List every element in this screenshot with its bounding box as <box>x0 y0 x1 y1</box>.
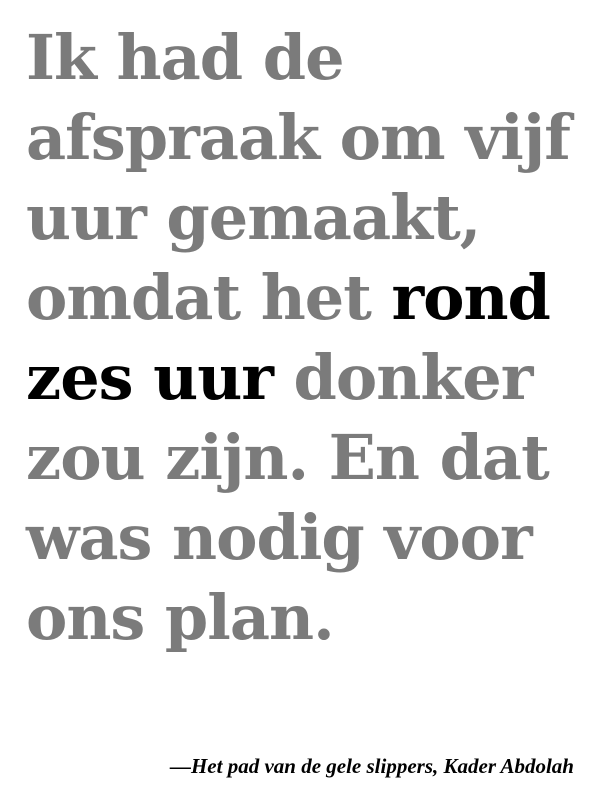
quote-line-5: zes uur donker <box>26 338 586 418</box>
quote-line-2: afspraak om vijf <box>26 101 571 174</box>
quote-line-6: zou zijn. En dat <box>26 421 550 494</box>
quote-attribution: —Het pad van de gele slippers, Kader Abd… <box>169 754 574 778</box>
quote-line-4: omdat het rond <box>26 258 586 338</box>
quote-line-3: uur gemaakt, <box>26 181 481 254</box>
quote-line-1: Ik had de <box>26 21 345 94</box>
quote-line-5-text: donker <box>272 341 534 414</box>
quote-emphasis-zes-uur: zes uur <box>26 341 274 414</box>
quote-line-4-text: omdat het <box>26 261 392 334</box>
quote-line-8: ons plan. <box>26 581 335 654</box>
quote-line-7: was nodig voor <box>26 501 533 574</box>
quote-block: Ik had de afspraak om vijf uur gemaakt, … <box>26 18 586 658</box>
quote-emphasis-rond: rond <box>391 261 550 334</box>
